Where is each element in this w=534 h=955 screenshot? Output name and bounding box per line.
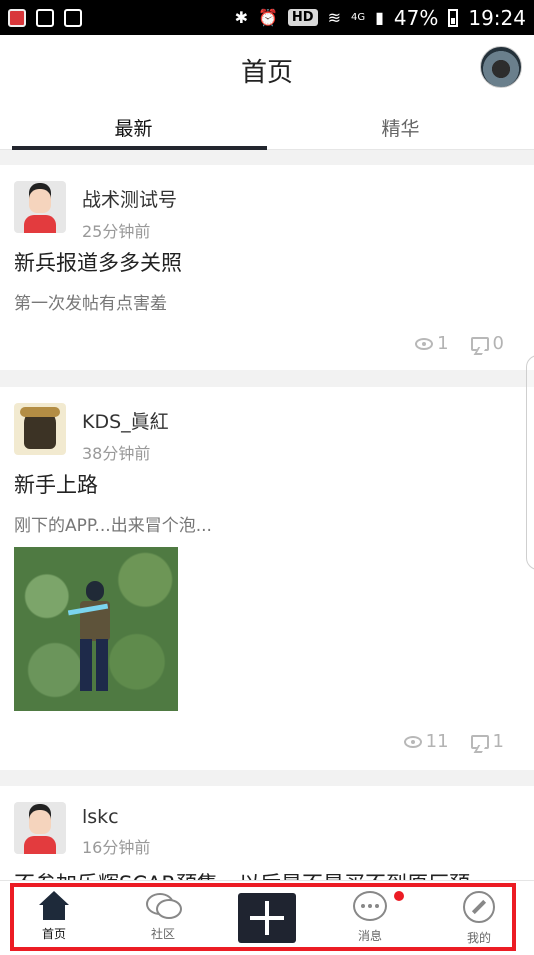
- image-icon: [36, 8, 54, 27]
- alarm-icon: ⏰: [257, 7, 278, 27]
- network-type: 4G: [350, 12, 366, 23]
- eye-icon: [415, 337, 434, 350]
- home-icon: [39, 891, 69, 920]
- author-name[interactable]: KDS_眞紅: [82, 407, 169, 434]
- status-bar: ✱ ⏰ HD ≋ 4G ▮ 47% 19:24: [0, 0, 534, 35]
- nav-home-label: 首页: [41, 927, 66, 941]
- view-count: 1: [437, 333, 449, 354]
- compass-icon: [463, 891, 495, 923]
- post-time: 38分钟前: [82, 444, 151, 463]
- post-author-row: KDS_眞紅 38分钟前: [14, 403, 169, 464]
- user-avatar[interactable]: [14, 802, 66, 854]
- nav-mine[interactable]: 我的: [444, 891, 514, 951]
- comments-stat: 0: [470, 333, 504, 354]
- tab-latest[interactable]: 最新: [0, 105, 267, 150]
- post-stats: 1 0: [415, 333, 504, 354]
- nav-messages-label: 消息: [357, 929, 382, 943]
- wifi-icon: ≋: [327, 7, 341, 27]
- clock: 19:24: [468, 5, 526, 30]
- user-avatar[interactable]: [14, 181, 66, 233]
- nav-community-label: 社区: [150, 927, 175, 941]
- bottom-navigation: 首页 社区 消息 我的: [0, 880, 534, 955]
- author-meta: KDS_眞紅 38分钟前: [82, 403, 169, 464]
- user-avatar[interactable]: [14, 403, 66, 455]
- tab-featured-label: 精华: [381, 117, 420, 140]
- message-icon: [353, 891, 387, 921]
- post-author-row: 战术测试号 25分钟前: [14, 181, 177, 242]
- profile-avatar-button[interactable]: [480, 46, 522, 88]
- soldier-figure: [67, 581, 118, 697]
- author-meta: lskc 16分钟前: [82, 802, 150, 858]
- create-post-button[interactable]: [238, 893, 296, 943]
- nav-mine-label: 我的: [466, 931, 491, 945]
- feed-tabs: 最新 精华: [0, 105, 534, 150]
- battery-percent: 47%: [393, 5, 439, 30]
- check-clipboard-icon: [64, 8, 82, 27]
- post-time: 25分钟前: [82, 222, 151, 241]
- nav-community[interactable]: 社区: [128, 891, 198, 951]
- author-name[interactable]: 战术测试号: [82, 185, 177, 212]
- post-feed[interactable]: 战术测试号 25分钟前 新兵报道多多关照 第一次发帖有点害羞 1 0 KDS_眞…: [0, 150, 534, 880]
- post-stats: 11 1: [403, 731, 504, 752]
- post-title[interactable]: 新手上路: [14, 469, 98, 499]
- hd-badge: HD: [287, 9, 318, 26]
- nav-home[interactable]: 首页: [19, 891, 89, 951]
- status-left-icons: [8, 8, 82, 27]
- author-meta: 战术测试号 25分钟前: [82, 181, 177, 242]
- status-right-icons: ✱ ⏰ HD ≋ 4G ▮ 47% 19:24: [235, 6, 526, 30]
- tab-featured[interactable]: 精华: [267, 105, 534, 149]
- post-title[interactable]: 新兵报道多多关照: [14, 247, 182, 277]
- comment-count: 0: [492, 333, 504, 354]
- post-author-row: lskc 16分钟前: [14, 802, 150, 858]
- message-dot: [361, 904, 365, 908]
- page-title: 首页: [240, 57, 293, 88]
- battery-icon: [448, 8, 459, 27]
- views-stat: 11: [403, 731, 449, 752]
- views-stat: 1: [415, 333, 449, 354]
- eye-icon: [403, 735, 422, 748]
- soldier-head: [86, 581, 104, 601]
- post-title[interactable]: 不参加乐辉SCAR预售，以后是不是买不到原厂预: [14, 868, 534, 880]
- comment-icon: [470, 734, 489, 749]
- post-card[interactable]: lskc 16分钟前 不参加乐辉SCAR预售，以后是不是买不到原厂预: [0, 786, 534, 880]
- author-name[interactable]: lskc: [82, 806, 150, 828]
- scrollbar-handle[interactable]: [526, 355, 534, 570]
- soldier-leg-left: [80, 639, 92, 691]
- soldier-leg-right: [96, 639, 108, 691]
- view-count: 11: [425, 731, 449, 752]
- post-excerpt: 刚下的APP...出来冒个泡...: [14, 516, 212, 536]
- message-dot: [368, 904, 372, 908]
- post-card[interactable]: 战术测试号 25分钟前 新兵报道多多关照 第一次发帖有点害羞 1 0: [0, 165, 534, 370]
- post-photo[interactable]: [14, 547, 178, 711]
- comments-stat: 1: [470, 731, 504, 752]
- notification-badge: [394, 891, 404, 901]
- tab-latest-label: 最新: [114, 117, 153, 140]
- post-excerpt: 第一次发帖有点害羞: [14, 294, 167, 314]
- signal-icon: ▮: [375, 7, 384, 27]
- app-header: 首页: [0, 35, 534, 105]
- comment-icon: [470, 336, 489, 351]
- post-time: 16分钟前: [82, 838, 151, 857]
- nav-messages[interactable]: 消息: [335, 891, 405, 951]
- bluetooth-icon: ✱: [234, 7, 248, 27]
- post-card[interactable]: KDS_眞紅 38分钟前 新手上路 刚下的APP...出来冒个泡... 11 1: [0, 387, 534, 770]
- chat-bubbles-icon: [146, 891, 182, 919]
- message-dot: [375, 904, 379, 908]
- app-icon: [8, 8, 26, 27]
- comment-count: 1: [492, 731, 504, 752]
